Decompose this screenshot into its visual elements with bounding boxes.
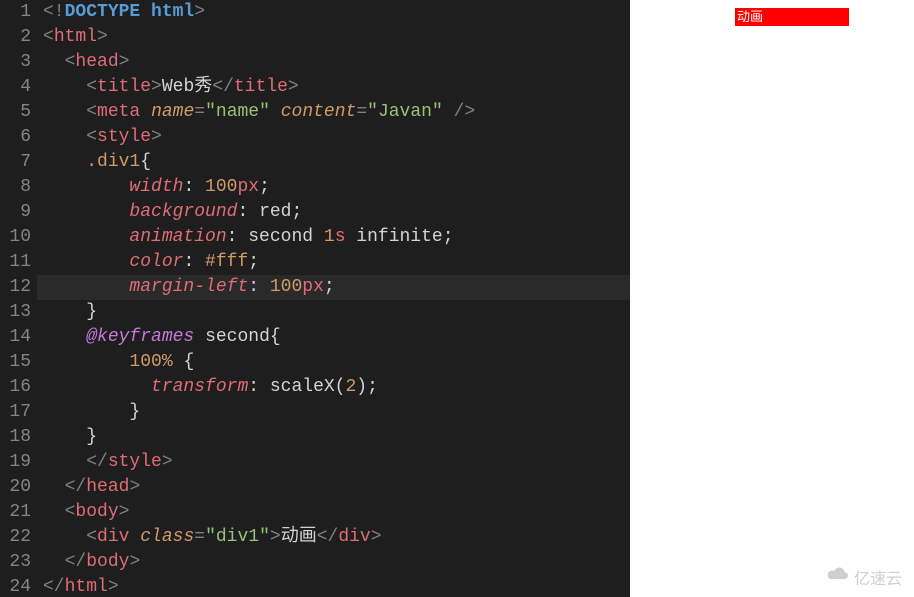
line-number: 2 <box>0 25 31 50</box>
code-line[interactable]: <body> <box>37 500 630 525</box>
line-number: 24 <box>0 575 31 597</box>
code-line[interactable]: </head> <box>37 475 630 500</box>
code-line[interactable]: margin-left: 100px; <box>37 275 630 300</box>
code-line[interactable]: } <box>37 300 630 325</box>
line-number: 7 <box>0 150 31 175</box>
watermark: 亿速云 <box>826 565 902 589</box>
code-line[interactable]: } <box>37 425 630 450</box>
rendered-div1: 动画 <box>735 8 849 26</box>
code-line[interactable]: <style> <box>37 125 630 150</box>
code-line[interactable]: background: red; <box>37 200 630 225</box>
code-line[interactable]: animation: second 1s infinite; <box>37 225 630 250</box>
line-number: 13 <box>0 300 31 325</box>
line-number: 18 <box>0 425 31 450</box>
code-content[interactable]: <!DOCTYPE html><html> <head> <title>Web秀… <box>37 0 630 597</box>
line-number: 6 <box>0 125 31 150</box>
code-line[interactable]: <meta name="name" content="Javan" /> <box>37 100 630 125</box>
line-number: 14 <box>0 325 31 350</box>
line-number: 4 <box>0 75 31 100</box>
code-line[interactable]: <title>Web秀</title> <box>37 75 630 100</box>
line-number: 8 <box>0 175 31 200</box>
code-line[interactable]: <!DOCTYPE html> <box>37 0 630 25</box>
line-number: 19 <box>0 450 31 475</box>
line-number: 11 <box>0 250 31 275</box>
line-number: 20 <box>0 475 31 500</box>
code-editor[interactable]: 123456789101112131415161718192021222324 … <box>0 0 630 597</box>
code-line[interactable]: <div class="div1">动画</div> <box>37 525 630 550</box>
code-line[interactable]: .div1{ <box>37 150 630 175</box>
code-line[interactable]: </body> <box>37 550 630 575</box>
watermark-text: 亿速云 <box>854 565 902 589</box>
code-line[interactable]: <html> <box>37 25 630 50</box>
line-number: 22 <box>0 525 31 550</box>
line-number: 10 <box>0 225 31 250</box>
line-number: 16 <box>0 375 31 400</box>
split-container: 123456789101112131415161718192021222324 … <box>0 0 914 597</box>
line-number-gutter: 123456789101112131415161718192021222324 <box>0 0 37 597</box>
line-number: 9 <box>0 200 31 225</box>
line-number: 17 <box>0 400 31 425</box>
code-line[interactable]: width: 100px; <box>37 175 630 200</box>
line-number: 15 <box>0 350 31 375</box>
line-number: 23 <box>0 550 31 575</box>
browser-preview: 动画 亿速云 <box>630 0 914 597</box>
cloud-icon <box>826 567 850 588</box>
line-number: 5 <box>0 100 31 125</box>
code-line[interactable]: transform: scaleX(2); <box>37 375 630 400</box>
code-line[interactable]: 100% { <box>37 350 630 375</box>
line-number: 12 <box>0 275 31 300</box>
code-line[interactable]: } <box>37 400 630 425</box>
code-line[interactable]: </style> <box>37 450 630 475</box>
code-line[interactable]: </html> <box>37 575 630 597</box>
code-line[interactable]: <head> <box>37 50 630 75</box>
code-line[interactable]: @keyframes second{ <box>37 325 630 350</box>
line-number: 1 <box>0 0 31 25</box>
code-line[interactable]: color: #fff; <box>37 250 630 275</box>
line-number: 3 <box>0 50 31 75</box>
line-number: 21 <box>0 500 31 525</box>
